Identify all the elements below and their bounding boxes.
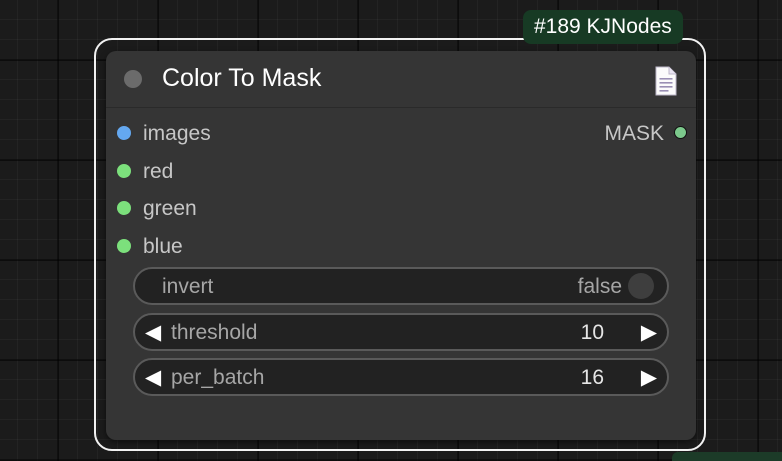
per-batch-decrement-icon[interactable]: ◀: [145, 366, 161, 390]
threshold-widget[interactable]: ◀ threshold 10 ▶: [133, 313, 669, 351]
input-dot-blue[interactable]: [117, 239, 131, 253]
toggle-knob-icon[interactable]: [628, 273, 654, 299]
threshold-decrement-icon[interactable]: ◀: [145, 321, 161, 345]
output-dot-mask[interactable]: [674, 126, 687, 139]
input-slot-blue[interactable]: blue: [106, 231, 406, 261]
per-batch-value[interactable]: 16: [581, 366, 604, 390]
input-label-green: green: [143, 197, 197, 220]
threshold-label: threshold: [171, 321, 258, 344]
output-label-mask: MASK: [604, 122, 664, 145]
threshold-increment-icon[interactable]: ▶: [641, 321, 657, 345]
adjacent-node-edge[interactable]: [672, 452, 782, 461]
threshold-value[interactable]: 10: [581, 321, 604, 345]
invert-label: invert: [162, 275, 214, 298]
per-batch-widget[interactable]: ◀ per_batch 16 ▶: [133, 358, 669, 396]
node-title: Color To Mask: [162, 64, 322, 92]
input-label-blue: blue: [143, 235, 183, 258]
color-to-mask-node[interactable]: Color To Mask images red green blue MASK…: [106, 51, 696, 440]
input-dot-red[interactable]: [117, 164, 131, 178]
per-batch-label: per_batch: [171, 366, 265, 389]
per-batch-increment-icon[interactable]: ▶: [641, 366, 657, 390]
node-header[interactable]: Color To Mask: [106, 51, 696, 108]
output-slot-mask[interactable]: MASK: [576, 118, 696, 148]
invert-value: false: [577, 275, 622, 298]
input-slot-green[interactable]: green: [106, 193, 406, 223]
input-slot-images[interactable]: images: [106, 118, 406, 148]
input-label-images: images: [143, 122, 211, 145]
input-label-red: red: [143, 160, 174, 183]
collapse-dot-icon[interactable]: [124, 70, 142, 88]
invert-toggle[interactable]: invert false: [133, 267, 669, 305]
input-slot-red[interactable]: red: [106, 156, 406, 186]
input-dot-images[interactable]: [117, 126, 131, 140]
document-icon[interactable]: [653, 66, 679, 96]
input-dot-green[interactable]: [117, 201, 131, 215]
node-id-badge: #189 KJNodes: [523, 10, 683, 44]
